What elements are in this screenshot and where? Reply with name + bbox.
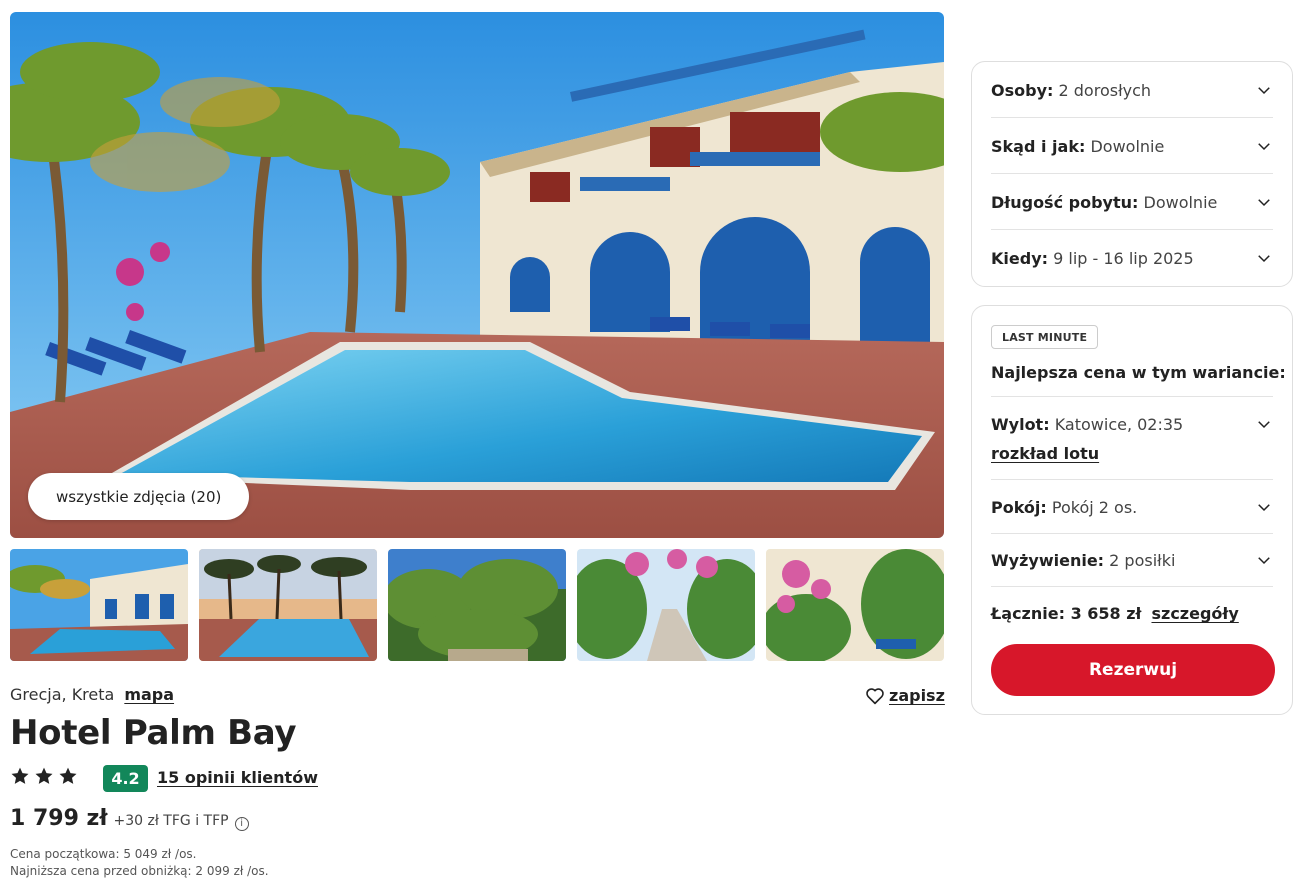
star-icon [59,767,77,784]
thumbnail-pool[interactable] [10,549,188,661]
thumbnail-image [766,549,944,661]
thumbnail-garden[interactable] [388,549,566,661]
price-per-person: 1 799 zł [10,806,108,831]
chevron-down-icon [1258,143,1270,151]
price-extra-fees: +30 zł TFG i TFP [113,813,229,829]
heart-icon [866,687,884,704]
lowest-price-note: Najniższa cena przed obniżką: 2 099 zł /… [10,864,269,878]
chevron-down-icon [1258,199,1270,207]
divider [991,479,1273,480]
info-icon[interactable]: i [234,817,249,831]
hotel-stars [10,766,78,786]
filter-key: Długość pobytu: [991,192,1139,212]
divider [991,586,1273,587]
save-button[interactable]: zapisz [865,686,945,705]
flight-schedule-link[interactable]: rozkład lotu [991,444,1099,463]
thumbnail-image [388,549,566,661]
all-photos-button[interactable]: wszystkie zdjęcia (20) [28,473,250,520]
offer-panel: LAST MINUTE Najlepsza cena w tym warianc… [971,305,1293,715]
chevron-down-icon [1258,255,1270,263]
hotel-pool-image [10,12,944,538]
divider [991,117,1273,118]
chevron-down-icon [1258,421,1270,429]
filter-dates[interactable]: Kiedy: 9 lip - 16 lip 2025 [991,246,1273,270]
hotel-name: Hotel Palm Bay [10,713,297,753]
flight-key: Wylot: [991,414,1050,434]
room-value: Pokój 2 os. [1051,497,1138,517]
thumbnail-bougainvillea[interactable] [766,549,944,661]
filter-persons[interactable]: Osoby: 2 dorosłych [991,78,1273,102]
filter-value: 2 dorosłych [1058,80,1152,100]
thumbnail-sunset-pool[interactable] [199,549,377,661]
divider [991,173,1273,174]
filter-value: 9 lip - 16 lip 2025 [1053,248,1194,268]
price-line: 1 799 zł +30 zł TFG i TFP i [10,806,249,831]
star-icon [11,767,29,784]
filter-key: Kiedy: [991,248,1049,268]
board-key: Wyżywienie: [991,550,1105,570]
search-filters-panel: Osoby: 2 dorosłych Skąd i jak: Dowolnie … [971,61,1293,287]
thumbnail-strip [10,549,944,661]
chevron-down-icon [1258,557,1270,565]
filter-key: Skąd i jak: [991,136,1086,156]
reviews-link[interactable]: 15 opinii klientów [157,768,318,787]
divider [991,533,1273,534]
map-link[interactable]: mapa [124,685,174,704]
filter-value: Dowolnie [1143,192,1218,212]
best-price-heading: Najlepsza cena w tym wariancie: [991,363,1286,382]
last-minute-badge: LAST MINUTE [991,325,1099,349]
thumbnail-image [577,549,755,661]
save-label: zapisz [889,686,945,705]
filter-key: Osoby: [991,80,1054,100]
divider [991,396,1273,397]
star-icon [35,767,53,784]
details-link[interactable]: szczegóły [1151,604,1238,623]
chevron-down-icon [1258,504,1270,512]
book-button[interactable]: Rezerwuj [991,644,1275,696]
room-key: Pokój: [991,497,1047,517]
country-region: Grecja, Kreta [10,685,115,704]
flight-selector[interactable]: Wylot: Katowice, 02:35 [991,412,1273,436]
total-label: Łącznie: 3 658 zł [991,604,1142,623]
rating-badge: 4.2 [103,765,148,792]
board-value: 2 posiłki [1109,550,1176,570]
thumbnail-image [10,549,188,661]
board-selector[interactable]: Wyżywienie: 2 posiłki [991,548,1273,572]
room-selector[interactable]: Pokój: Pokój 2 os. [991,495,1273,519]
thumbnail-walkway[interactable] [577,549,755,661]
filter-duration[interactable]: Długość pobytu: Dowolnie [991,190,1273,214]
hotel-location: Grecja, Kreta mapa [10,685,174,704]
flight-value: Katowice, 02:35 [1054,414,1184,434]
filter-departure[interactable]: Skąd i jak: Dowolnie [991,134,1273,158]
thumbnail-image [199,549,377,661]
total-price: Łącznie: 3 658 zł szczegóły [991,604,1239,623]
main-photo[interactable] [10,12,944,538]
divider [991,229,1273,230]
initial-price-note: Cena początkowa: 5 049 zł /os. [10,847,197,861]
filter-value: Dowolnie [1090,136,1165,156]
chevron-down-icon [1258,87,1270,95]
